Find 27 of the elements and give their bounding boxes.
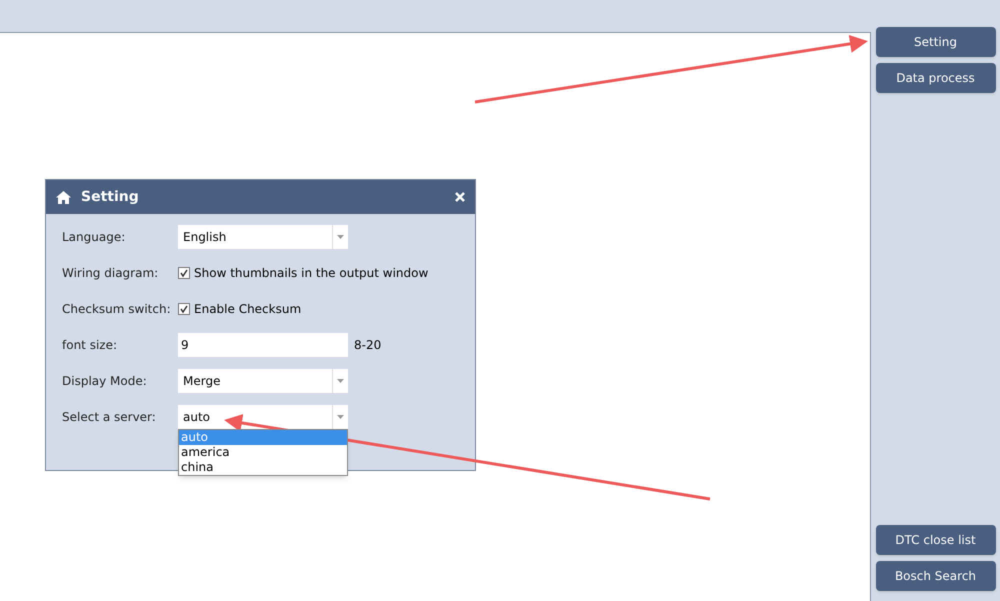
- caret-icon: [337, 379, 344, 383]
- field-label: Display Mode:: [62, 373, 148, 390]
- field-label: Wiring diagram:: [62, 265, 160, 282]
- dropdown-option[interactable]: america: [179, 445, 347, 460]
- checkbox[interactable]: [178, 267, 190, 279]
- checkbox[interactable]: [178, 303, 190, 315]
- home-icon: [56, 190, 71, 204]
- field-label: font size:: [62, 337, 118, 354]
- sidebar-button[interactable]: DTC close list: [876, 525, 996, 555]
- input-field[interactable]: 9: [178, 333, 348, 357]
- sidebar-button[interactable]: Bosch Search: [876, 561, 996, 591]
- dropdown[interactable]: English: [178, 225, 348, 249]
- close-button[interactable]: [455, 192, 465, 202]
- checkbox-label: Enable Checksum: [194, 301, 302, 318]
- sidebar-button[interactable]: Setting: [876, 27, 996, 57]
- caret-icon: [337, 415, 344, 419]
- checkbox-label: Show thumbnails in the output window: [194, 265, 428, 282]
- dialog-title: Setting: [81, 188, 139, 206]
- caret-icon: [337, 235, 344, 239]
- field-label: Language:: [62, 229, 126, 246]
- dropdown-option[interactable]: china: [179, 460, 347, 475]
- dropdown[interactable]: auto: [178, 405, 348, 429]
- range-hint: 8-20: [354, 337, 382, 354]
- dropdown[interactable]: Merge: [178, 369, 348, 393]
- field-label: Select a server:: [62, 409, 157, 426]
- sidebar-button[interactable]: Data process: [876, 63, 996, 93]
- field-label: Checksum switch:: [62, 301, 172, 318]
